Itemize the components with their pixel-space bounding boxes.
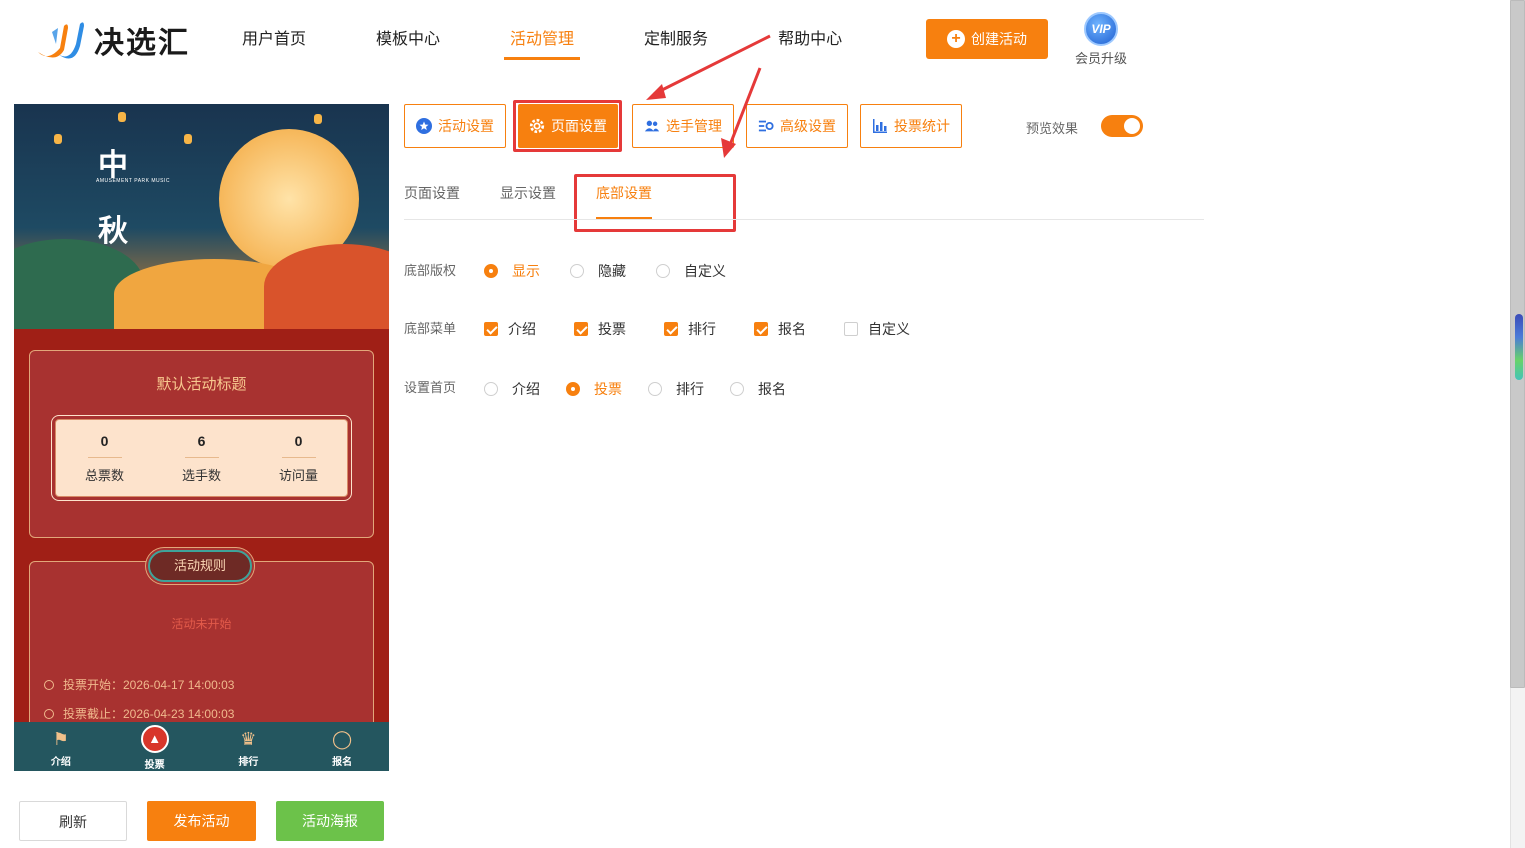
menu-check-ranking[interactable]: 排行 [664, 319, 716, 339]
vote-statistics-button[interactable]: 投票统计 [860, 104, 962, 148]
stat-contestants: 6 选手数 [181, 433, 221, 483]
vip-icon: VIP [1084, 12, 1118, 46]
plus-icon: + [947, 30, 965, 48]
vip-label: 会员升级 [1074, 51, 1127, 66]
tab-page-settings[interactable]: 页面设置 [404, 183, 460, 203]
banner-title: 中 秋 [98, 148, 128, 249]
create-activity-label: 创建活动 [971, 31, 1027, 47]
copyright-row: 底部版权 [404, 260, 482, 279]
bottom-nav-intro[interactable]: ⚑ 介绍 [14, 722, 108, 771]
create-activity-button[interactable]: + 创建活动 [926, 19, 1048, 59]
vote-start-time: 投票开始：2026-04-17 14:00:03 [44, 676, 373, 693]
copyright-label: 底部版权 [404, 263, 457, 278]
annotation-arrows [646, 34, 771, 158]
home-option-signup[interactable]: 报名 [730, 379, 786, 399]
nav-user-home[interactable]: 用户首页 [242, 0, 306, 80]
settings-subtabs: 页面设置 显示设置 底部设置 [404, 170, 1204, 220]
lantern-icon [118, 112, 126, 122]
stats-panel: 0 总票数 6 选手数 0 访问量 [51, 415, 352, 501]
vote-end-time: 投票截止：2026-04-23 14:00:03 [44, 705, 373, 722]
activity-info-card: 默认活动标题 0 总票数 6 选手数 0 访问量 [29, 350, 374, 538]
banner-image: 中 秋 AMUSEMENT PARK MUSIC [14, 104, 389, 329]
lantern-icon [184, 134, 192, 144]
annotation-highlight-box [513, 100, 622, 152]
copyright-option-hide[interactable]: 隐藏 [570, 261, 626, 281]
trophy-icon: ♛ [240, 729, 257, 749]
clock-icon [44, 708, 54, 719]
activity-settings-button[interactable]: 活动设置 [404, 104, 506, 148]
activity-title: 默认活动标题 [156, 376, 247, 393]
brand-logo[interactable]: 决选汇 [34, 18, 190, 62]
menu-check-custom[interactable]: 自定义 [844, 319, 910, 339]
bottom-nav-ranking[interactable]: ♛ 排行 [202, 722, 296, 771]
menu-check-intro[interactable]: 介绍 [484, 319, 536, 339]
refresh-button[interactable]: 刷新 [19, 801, 127, 841]
lantern-icon [314, 114, 322, 124]
signup-icon: ◯ [332, 729, 353, 749]
copyright-option-show[interactable]: 显示 [484, 261, 540, 281]
star-icon [416, 118, 432, 134]
home-page-row: 设置首页 [404, 377, 482, 396]
bottom-nav-vote[interactable]: ▲ 投票 [108, 722, 202, 771]
tab-footer-settings[interactable]: 底部设置 [596, 183, 652, 219]
clock-icon [44, 679, 54, 690]
footer-menu-row: 底部菜单 [404, 318, 482, 337]
banner-subtitle: AMUSEMENT PARK MUSIC [96, 178, 170, 184]
bottom-nav-signup[interactable]: ◯ 报名 [295, 722, 389, 771]
nav-template-center[interactable]: 模板中心 [376, 0, 440, 80]
stat-total-votes: 0 总票数 [84, 433, 124, 483]
rules-title: 活动规则 [148, 550, 252, 582]
activity-poster-button[interactable]: 活动海报 [276, 801, 384, 841]
home-page-label: 设置首页 [404, 380, 457, 395]
main-nav: 用户首页 模板中心 活动管理 定制服务 帮助中心 [242, 0, 912, 80]
brand-name: 决选汇 [94, 26, 190, 61]
publish-activity-button[interactable]: 发布活动 [147, 801, 256, 841]
logo-icon [34, 18, 88, 62]
preview-bottom-nav: ⚑ 介绍 ▲ 投票 ♛ 排行 ◯ 报名 [14, 722, 389, 771]
copyright-option-custom[interactable]: 自定义 [656, 261, 726, 281]
preview-effect-toggle[interactable] [1101, 115, 1143, 137]
tab-display-settings[interactable]: 显示设置 [500, 183, 556, 203]
vote-icon: ▲ [140, 725, 169, 753]
vip-upgrade[interactable]: VIP 会员升级 [1068, 12, 1134, 67]
preview-effect-label: 预览效果 [1026, 121, 1079, 136]
home-option-ranking[interactable]: 排行 [648, 379, 704, 399]
menu-check-vote[interactable]: 投票 [574, 319, 626, 339]
mobile-preview: 中 秋 AMUSEMENT PARK MUSIC 默认活动标题 0 总票数 6 … [14, 104, 389, 771]
lantern-icon [54, 134, 62, 144]
footer-menu-label: 底部菜单 [404, 321, 457, 336]
menu-check-signup[interactable]: 报名 [754, 319, 806, 339]
megaphone-icon: ⚑ [52, 729, 69, 749]
home-option-intro[interactable]: 介绍 [484, 379, 540, 399]
stat-visits: 0 访问量 [278, 433, 318, 483]
nav-activity-management[interactable]: 活动管理 [504, 0, 581, 80]
activity-status: 活动未开始 [171, 617, 232, 631]
side-floating-widget[interactable] [1515, 314, 1523, 380]
bar-chart-icon [872, 118, 888, 134]
home-option-vote[interactable]: 投票 [566, 379, 622, 399]
nav-help-center[interactable]: 帮助中心 [778, 0, 842, 80]
